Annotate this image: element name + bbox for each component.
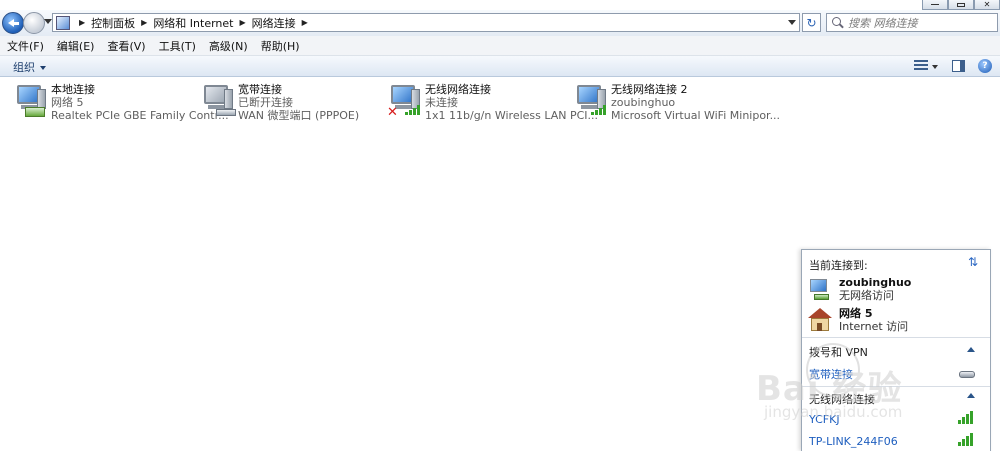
- command-bar: 组织 ?: [0, 56, 1000, 77]
- refresh-icon[interactable]: ⇅: [968, 255, 978, 269]
- wifi-network-item[interactable]: TP-LINK_244F06: [809, 435, 898, 448]
- minimize-icon: [931, 3, 939, 6]
- menu-bar: 文件(F) 编辑(E) 查看(V) 工具(T) 高级(N) 帮助(H): [0, 36, 1000, 56]
- menu-tools[interactable]: 工具(T): [152, 38, 202, 54]
- connection-local-area[interactable]: 本地连接 网络 5 Realtek PCIe GBE Family Contr.…: [13, 83, 229, 123]
- network-name: 网络 5: [839, 307, 873, 320]
- home-network-icon: [808, 308, 832, 332]
- chevron-right-icon[interactable]: ▶: [302, 18, 308, 27]
- wifi-signal-icon: [958, 433, 974, 446]
- address-bar[interactable]: ▶ 控制面板 ▶ 网络和 Internet ▶ 网络连接 ▶: [52, 13, 800, 32]
- refresh-icon: ↻: [806, 15, 817, 30]
- breadcrumb-network-connections[interactable]: 网络连接: [252, 15, 296, 31]
- baidu-jingyan-watermark: Bai 经验 jingyan.baidu.com: [756, 343, 956, 433]
- menu-edit[interactable]: 编辑(E): [50, 38, 101, 54]
- menu-view[interactable]: 查看(V): [100, 38, 151, 54]
- chevron-right-icon[interactable]: ▶: [240, 18, 246, 27]
- change-view-icon[interactable]: [914, 60, 928, 72]
- watermark-site: jingyan.baidu.com: [764, 403, 903, 421]
- forward-button[interactable]: [23, 12, 45, 34]
- wifi-signal-icon: [405, 105, 425, 115]
- wifi-signal-icon: [591, 105, 611, 115]
- ethernet-icon: [25, 107, 45, 117]
- divider: [802, 337, 990, 338]
- modem-icon: [959, 371, 975, 378]
- network-connections-window: ✕ ▶ 控制面板 ▶ 网络和 Internet ▶ 网络连接 ▶ ↻ 搜索 网络…: [0, 0, 1000, 451]
- modem-icon: [216, 109, 236, 116]
- address-toolbar: ▶ 控制面板 ▶ 网络和 Internet ▶ 网络连接 ▶ ↻ 搜索 网络连接: [0, 10, 1000, 36]
- disconnected-x-icon: ✕: [387, 105, 398, 120]
- help-icon[interactable]: ?: [978, 59, 992, 73]
- organize-button[interactable]: 组织: [13, 59, 46, 75]
- network-access: Internet 访问: [839, 320, 909, 333]
- wifi-signal-icon: [958, 411, 974, 424]
- address-history-dropdown[interactable]: [788, 20, 796, 25]
- connection-status: zoubinghuo: [611, 96, 676, 109]
- recent-pages-dropdown[interactable]: [44, 19, 52, 24]
- view-options-dropdown[interactable]: [932, 65, 938, 69]
- collapse-dialup-icon[interactable]: [967, 347, 975, 352]
- menu-advanced[interactable]: 高级(N): [202, 38, 254, 54]
- connection-name: 宽带连接: [238, 83, 282, 96]
- search-icon: [831, 16, 845, 30]
- collapse-wireless-icon[interactable]: [967, 393, 975, 398]
- breadcrumb-network-internet[interactable]: 网络和 Internet: [153, 15, 233, 31]
- connection-name: 无线网络连接 2: [611, 83, 688, 96]
- menu-help[interactable]: 帮助(H): [254, 38, 306, 54]
- connection-wireless-2[interactable]: 无线网络连接 2 zoubinghuo Microsoft Virtual Wi…: [573, 83, 780, 123]
- network-access: 无网络访问: [839, 289, 894, 302]
- search-box[interactable]: 搜索 网络连接: [826, 13, 998, 32]
- flyout-header: 当前连接到:: [809, 259, 868, 272]
- current-network-item[interactable]: 网络 5 Internet 访问: [808, 307, 978, 335]
- connection-wireless[interactable]: ✕ 无线网络连接 未连接 1x1 11b/g/n Wireless LAN PC…: [387, 83, 598, 123]
- refresh-button[interactable]: ↻: [802, 13, 821, 32]
- connection-broadband[interactable]: 宽带连接 已断开连接 WAN 微型端口 (PPPOE): [200, 83, 375, 123]
- connection-device: Microsoft Virtual WiFi Minipor...: [611, 109, 781, 122]
- control-panel-icon: [56, 15, 70, 30]
- back-button[interactable]: [2, 12, 24, 34]
- maximize-button[interactable]: [948, 0, 974, 10]
- window-controls: ✕: [922, 0, 1000, 10]
- network-computer-icon: [808, 277, 832, 301]
- close-icon: ✕: [983, 0, 991, 9]
- preview-pane-icon[interactable]: [952, 60, 965, 72]
- close-button[interactable]: ✕: [974, 0, 1000, 10]
- search-input[interactable]: 搜索 网络连接: [848, 15, 918, 31]
- chevron-right-icon[interactable]: ▶: [141, 18, 147, 27]
- network-name: zoubinghuo: [839, 276, 912, 289]
- minimize-button[interactable]: [922, 0, 948, 10]
- menu-file[interactable]: 文件(F): [0, 38, 50, 54]
- maximize-icon: [957, 2, 965, 7]
- breadcrumb-control-panel[interactable]: 控制面板: [91, 15, 135, 31]
- current-network-item[interactable]: zoubinghuo 无网络访问: [808, 276, 978, 304]
- connection-status: 已断开连接: [238, 96, 293, 109]
- connection-device: WAN 微型端口 (PPPOE): [238, 109, 360, 122]
- chevron-right-icon[interactable]: ▶: [79, 18, 85, 27]
